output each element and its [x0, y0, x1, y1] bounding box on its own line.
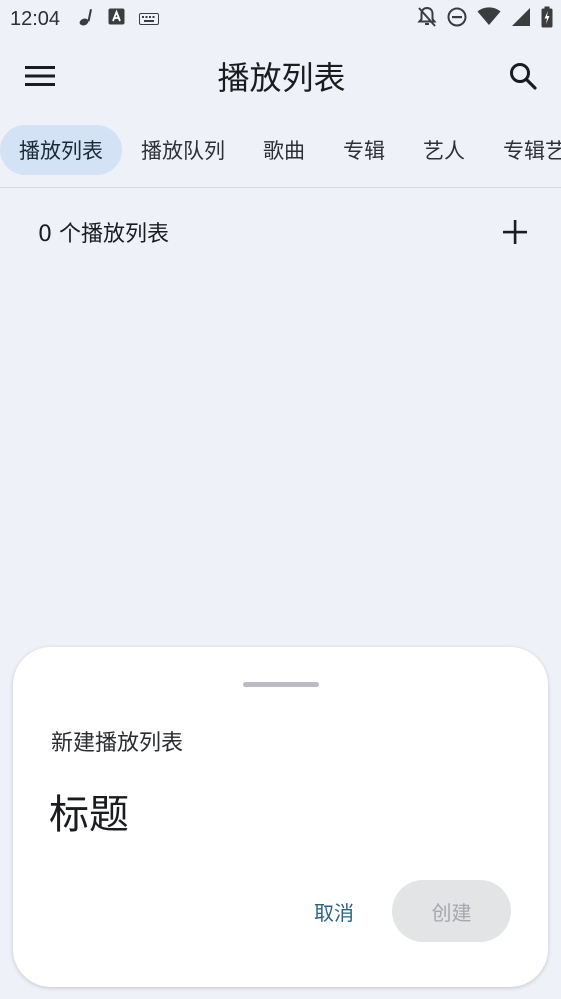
playlist-title-input[interactable]: [49, 785, 509, 845]
add-playlist-button[interactable]: [497, 214, 533, 250]
playlist-count: 0 个播放列表: [38, 222, 169, 247]
new-playlist-sheet: 新建播放列表 取消 创建: [13, 647, 548, 987]
do-not-disturb-icon: [447, 7, 467, 32]
tab-album-artists[interactable]: 专辑艺: [484, 125, 561, 175]
signal-icon: [511, 7, 531, 32]
tab-divider: [0, 187, 561, 188]
playlist-list-header: 0 个播放列表: [0, 200, 561, 264]
battery-icon: [541, 6, 553, 33]
top-app-bar: 播放列表: [0, 38, 561, 114]
create-button[interactable]: 创建: [392, 880, 511, 942]
status-right: [417, 6, 553, 33]
tab-queue[interactable]: 播放队列: [122, 125, 244, 175]
music-note-icon: [78, 8, 94, 31]
tab-bar: 播放列表 播放队列 歌曲 专辑 艺人 专辑艺: [0, 124, 561, 176]
notifications-off-icon: [417, 6, 437, 33]
cancel-button[interactable]: 取消: [295, 880, 373, 942]
tab-playlists[interactable]: 播放列表: [0, 125, 122, 175]
sheet-title: 新建播放列表: [51, 731, 184, 756]
status-time: 12:04: [10, 7, 61, 30]
status-left: 12:04: [10, 7, 160, 31]
menu-icon: [25, 66, 55, 86]
search-button[interactable]: [505, 58, 541, 94]
page-title: 播放列表: [217, 59, 346, 97]
search-icon: [509, 63, 537, 90]
status-bar: 12:04: [0, 0, 561, 38]
screen: 12:04 播放列表 播放列表 播放队列 歌曲 专辑 艺人 专辑艺 0 个播放列…: [0, 0, 561, 999]
tab-albums[interactable]: 专辑: [324, 125, 404, 175]
tab-artists[interactable]: 艺人: [404, 125, 484, 175]
tab-songs[interactable]: 歌曲: [244, 125, 324, 175]
text-box-icon: [108, 8, 125, 30]
menu-button[interactable]: [22, 58, 58, 94]
plus-icon: [503, 220, 527, 244]
wifi-icon: [477, 7, 501, 31]
sheet-drag-handle[interactable]: [243, 682, 319, 687]
keyboard-icon: [139, 8, 160, 30]
